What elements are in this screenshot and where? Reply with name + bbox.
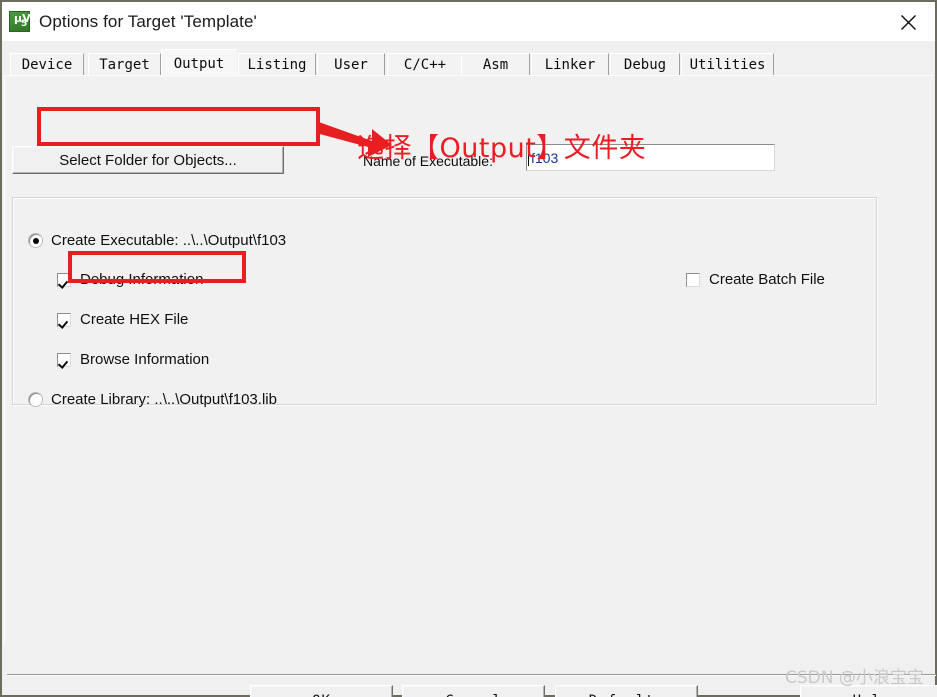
- tab-asm[interactable]: Asm: [461, 53, 530, 76]
- debug-information-label: Debug Information: [80, 271, 204, 288]
- tab-user[interactable]: User: [317, 53, 385, 76]
- name-of-executable-input[interactable]: [526, 144, 775, 171]
- titlebar: µV 5 Options for Target 'Template': [0, 0, 937, 41]
- tab-utilities[interactable]: Utilities: [681, 53, 774, 76]
- checkmark-icon: [57, 312, 71, 327]
- window-title: Options for Target 'Template': [39, 11, 257, 31]
- text-caret: [528, 147, 529, 166]
- checkbox-empty-icon: [686, 272, 700, 287]
- create-library-radio[interactable]: Create Library: ..\..\Output\f103.lib: [29, 391, 277, 408]
- tab-device[interactable]: Device: [10, 53, 84, 76]
- checkmark-icon: [57, 272, 71, 287]
- tab-debug[interactable]: Debug: [610, 53, 680, 76]
- output-tab-page: Select Folder for Objects... Name of Exe…: [4, 75, 937, 697]
- options-dialog-window: µV 5 Options for Target 'Template' Devic…: [0, 0, 937, 697]
- radio-indicator-icon: [29, 234, 42, 247]
- ok-button[interactable]: OK: [250, 685, 393, 697]
- create-batch-file-checkbox[interactable]: Create Batch File: [686, 271, 825, 288]
- footer-divider: [7, 674, 936, 676]
- create-batch-file-label: Create Batch File: [709, 271, 825, 288]
- close-icon[interactable]: [884, 3, 933, 41]
- create-hex-file-checkbox[interactable]: Create HEX File: [57, 311, 188, 328]
- tab-c-cpp[interactable]: C/C++: [387, 53, 463, 76]
- name-of-executable-label: Name of Executable:: [363, 153, 493, 169]
- tab-strip: Device Target Output Listing User C/C++ …: [2, 49, 935, 77]
- keil-icon-glyph-bottom: 5: [21, 19, 28, 29]
- browse-information-label: Browse Information: [80, 351, 210, 368]
- select-folder-for-objects-button[interactable]: Select Folder for Objects...: [12, 146, 284, 174]
- create-executable-radio[interactable]: Create Executable: ..\..\Output\f103: [29, 232, 286, 249]
- help-button[interactable]: Help: [800, 685, 937, 697]
- create-executable-label: Create Executable: ..\..\Output\f103: [51, 232, 287, 249]
- create-hex-file-label: Create HEX File: [80, 311, 189, 328]
- tab-listing[interactable]: Listing: [238, 53, 316, 76]
- tab-target[interactable]: Target: [88, 53, 161, 76]
- tab-output[interactable]: Output: [161, 49, 237, 77]
- radio-indicator-icon: [29, 393, 42, 406]
- output-options-group: Create Executable: ..\..\Output\f103 Deb…: [12, 197, 877, 408]
- browse-information-checkbox[interactable]: Browse Information: [57, 351, 209, 368]
- tab-linker[interactable]: Linker: [531, 53, 609, 76]
- cancel-button[interactable]: Cancel: [402, 685, 545, 697]
- dialog-body: Device Target Output Listing User C/C++ …: [0, 41, 937, 697]
- create-library-label: Create Library: ..\..\Output\f103.lib: [51, 391, 277, 408]
- checkmark-icon: [57, 352, 71, 367]
- keil-uvision-icon: µV 5: [9, 11, 31, 32]
- debug-information-checkbox[interactable]: Debug Information: [57, 271, 203, 288]
- defaults-button[interactable]: Defaults: [555, 685, 698, 697]
